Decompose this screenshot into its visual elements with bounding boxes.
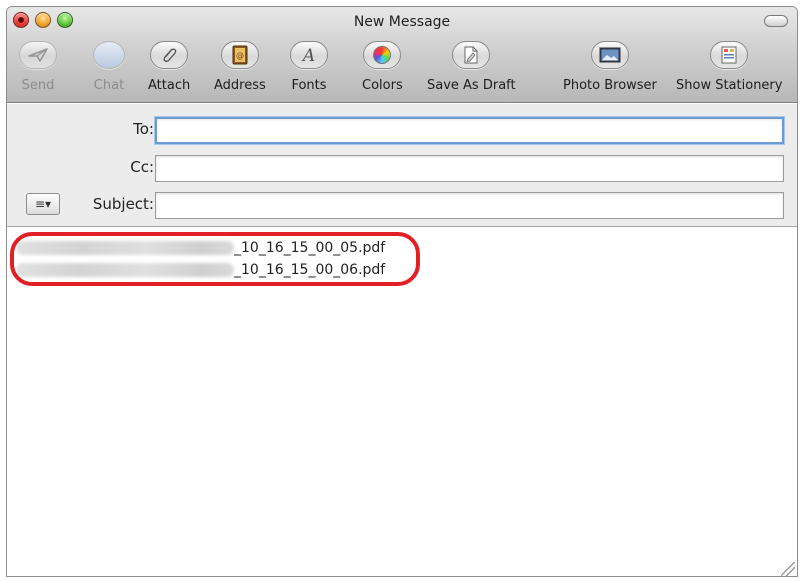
fonts-label: Fonts xyxy=(291,78,327,93)
address-book-icon: @ xyxy=(232,45,248,65)
subject-label: Subject: xyxy=(92,195,154,213)
chat-button[interactable]: Chat xyxy=(93,41,125,93)
attach-button[interactable]: Attach xyxy=(148,41,190,93)
colors-button[interactable]: Colors xyxy=(362,41,403,93)
attach-label: Attach xyxy=(148,78,191,93)
chat-label: Chat xyxy=(93,78,125,93)
address-label: Address xyxy=(214,78,266,93)
message-headers: To: Cc: ≡▾ Subject: xyxy=(7,104,797,227)
cc-label: Cc: xyxy=(130,158,154,176)
svg-text:A: A xyxy=(301,46,315,65)
title-bar: New Message Send Chat Attach @ Address A… xyxy=(7,7,797,103)
message-body[interactable]: _10_16_15_00_05.pdf _10_16_15_00_06.pdf xyxy=(7,228,797,576)
save-as-draft-label: Save As Draft xyxy=(427,78,516,93)
to-field[interactable] xyxy=(155,117,784,144)
window-title: New Message xyxy=(353,14,451,30)
toolbar: Send Chat Attach @ Address A Fonts Color… xyxy=(7,41,797,101)
to-row: To: xyxy=(7,116,797,144)
resize-grip[interactable] xyxy=(781,562,795,576)
photo-icon xyxy=(599,47,621,63)
stationery-icon xyxy=(721,46,737,64)
toolbar-toggle-button[interactable] xyxy=(764,15,788,27)
photo-browser-label: Photo Browser xyxy=(563,78,657,93)
attachment-highlight-callout xyxy=(10,232,420,286)
save-as-draft-button[interactable]: Save As Draft xyxy=(427,41,516,93)
cc-field[interactable] xyxy=(155,155,784,182)
subject-field[interactable] xyxy=(155,192,784,219)
send-label: Send xyxy=(21,78,55,93)
colors-label: Colors xyxy=(362,78,403,93)
subject-row: ≡▾ Subject: xyxy=(7,191,797,219)
fonts-icon: A xyxy=(301,46,315,65)
color-wheel-icon xyxy=(373,46,392,64)
send-button[interactable]: Send xyxy=(19,41,57,93)
send-icon xyxy=(28,48,48,62)
show-stationery-label: Show Stationery xyxy=(676,78,783,93)
cc-row: Cc: xyxy=(7,154,797,182)
paperclip-icon xyxy=(163,48,177,62)
draft-icon xyxy=(464,46,478,64)
address-button[interactable]: @ Address xyxy=(214,41,266,93)
show-stationery-button[interactable]: Show Stationery xyxy=(676,41,782,93)
to-label: To: xyxy=(133,120,154,138)
svg-text:@: @ xyxy=(236,51,244,60)
mail-compose-window: New Message Send Chat Attach @ Address A… xyxy=(6,6,798,577)
fonts-button[interactable]: A Fonts xyxy=(290,41,328,93)
header-options-menu-button[interactable]: ≡▾ xyxy=(26,193,60,215)
photo-browser-button[interactable]: Photo Browser xyxy=(563,41,657,93)
